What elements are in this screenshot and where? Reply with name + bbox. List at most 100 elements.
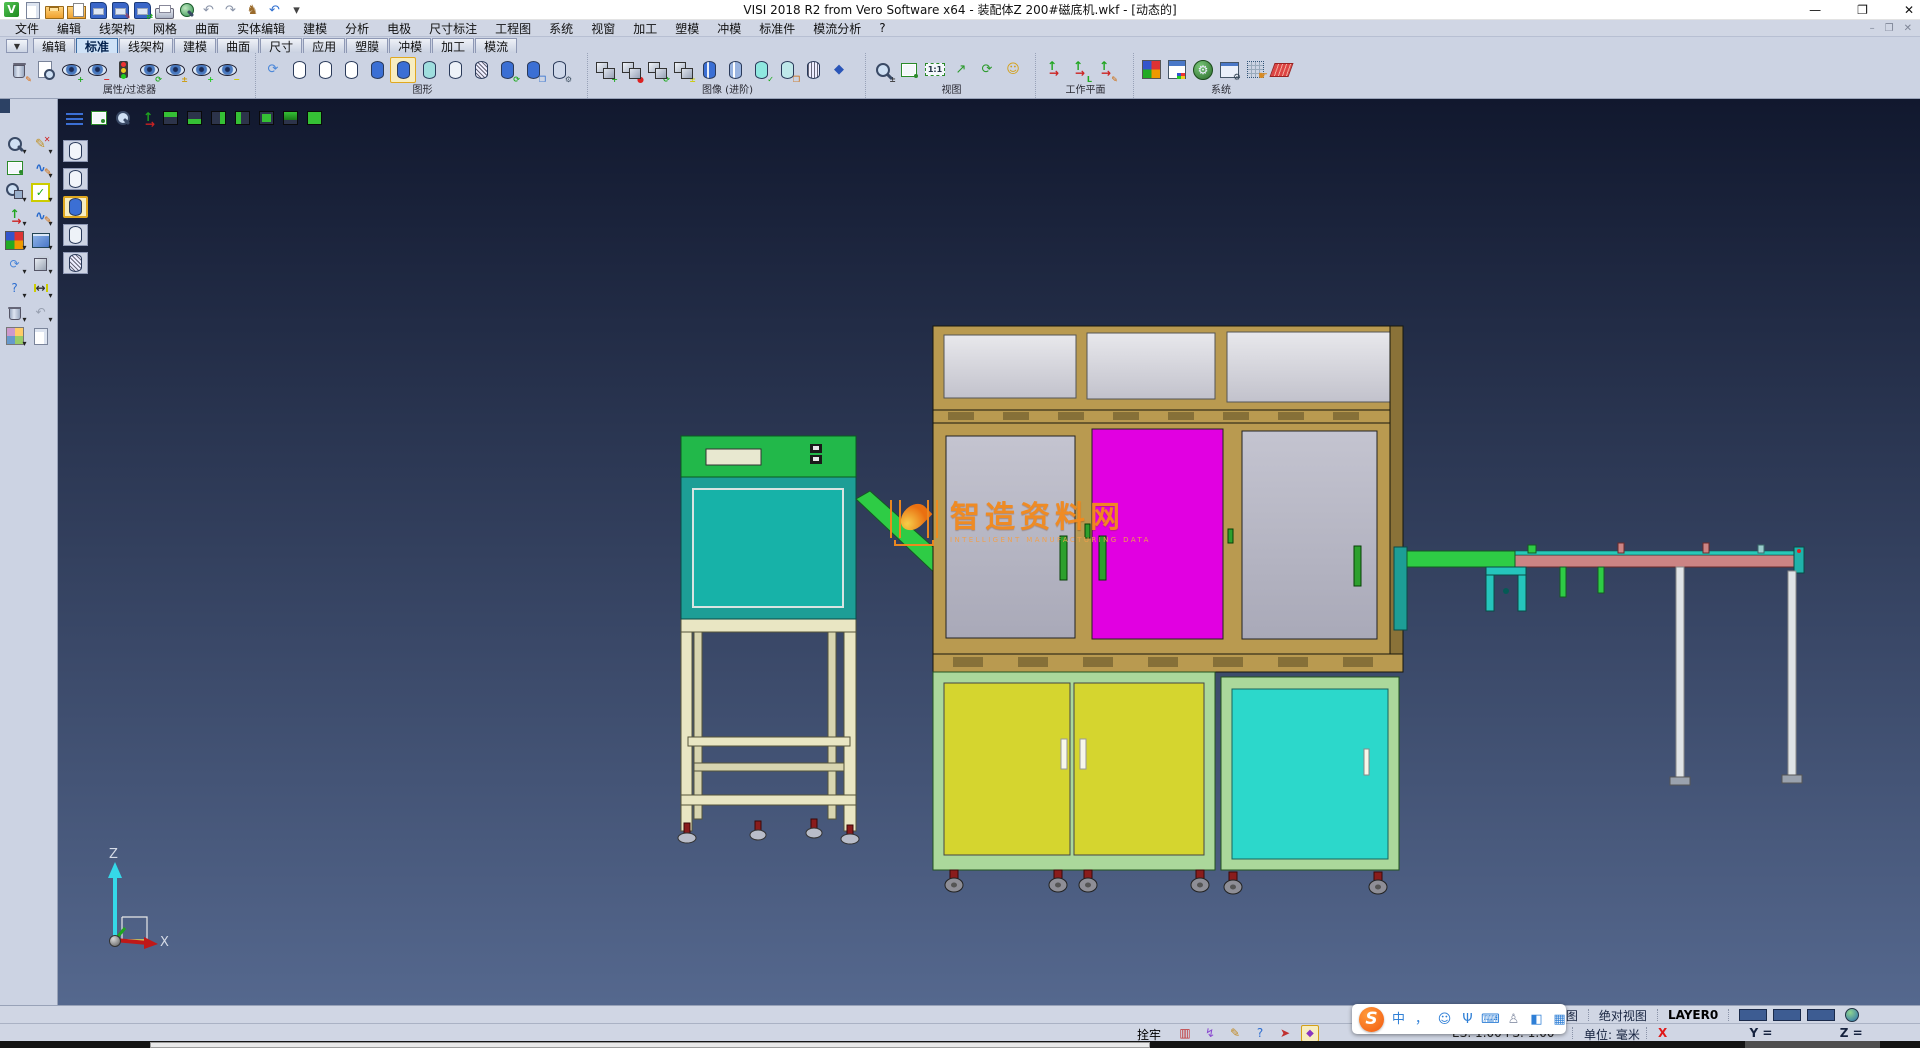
- validate-check-icon[interactable]: ▾: [29, 181, 53, 203]
- tab-list-dropdown[interactable]: ▼: [6, 39, 28, 53]
- preview-zoom-icon[interactable]: ▾: [3, 133, 27, 155]
- taskbar-window-strip[interactable]: [150, 1042, 1150, 1048]
- wireframe-style-icon[interactable]: [286, 57, 312, 83]
- hide-entities-icon[interactable]: −: [84, 57, 110, 83]
- sogou-logo-icon[interactable]: S: [1359, 1007, 1384, 1032]
- close-button[interactable]: ✕: [1904, 3, 1914, 17]
- macro-knight-icon[interactable]: ♞: [242, 1, 263, 20]
- ime-punct-icon[interactable]: ，: [1412, 1008, 1431, 1030]
- redo-icon[interactable]: ↷: [220, 1, 241, 20]
- new-file-icon[interactable]: [22, 1, 43, 20]
- ime-keyboard-icon[interactable]: ⌨: [1481, 1008, 1500, 1030]
- ribbon-tab[interactable]: 模流: [475, 38, 517, 53]
- view-zoom-icon[interactable]: [112, 108, 133, 128]
- workplane-edit-icon[interactable]: ✎: [1092, 57, 1118, 83]
- color-palette-icon[interactable]: [1138, 57, 1164, 83]
- iso-view-cube-icon[interactable]: [304, 108, 325, 128]
- delete-trash-icon[interactable]: ▾: [3, 301, 27, 323]
- menu-item[interactable]: ?: [870, 21, 894, 35]
- notes-icon[interactable]: ▥: [1176, 1025, 1194, 1042]
- conveyor[interactable]: [1394, 543, 1804, 785]
- wire-solid-icon[interactable]: [800, 57, 826, 83]
- menu-item[interactable]: 尺寸标注: [420, 20, 486, 37]
- front-view-cube-icon[interactable]: [256, 108, 277, 128]
- door-yellow-right[interactable]: [1074, 683, 1204, 855]
- cameras-filter-icon[interactable]: ●: [618, 57, 644, 83]
- solid-stripe2-icon[interactable]: [722, 57, 748, 83]
- menu-item[interactable]: 加工: [624, 20, 666, 37]
- save-icon[interactable]: [88, 1, 109, 20]
- filter-traffic-icon[interactable]: [110, 57, 136, 83]
- ribbon-tab[interactable]: 塑膜: [346, 38, 388, 53]
- check-solid-icon[interactable]: ✓: [748, 57, 774, 83]
- print-preview-icon[interactable]: [176, 1, 197, 20]
- zoom-extents-icon[interactable]: ↗: [948, 57, 974, 83]
- brush-icon[interactable]: ✎: [1226, 1025, 1244, 1042]
- ribbon-tab[interactable]: 曲面: [217, 38, 259, 53]
- menu-item[interactable]: 建模: [294, 20, 336, 37]
- mdi-close-button[interactable]: ✕: [1904, 23, 1912, 34]
- page-zoom-icon[interactable]: [32, 57, 58, 83]
- new-sheet-icon[interactable]: [29, 325, 53, 347]
- menu-item[interactable]: 实体编辑: [228, 20, 294, 37]
- measure-icon[interactable]: ▾: [29, 277, 53, 299]
- solid-stripe-icon[interactable]: [696, 57, 722, 83]
- solid-shield-icon[interactable]: ◆: [826, 57, 852, 83]
- open-folder-icon[interactable]: [44, 1, 65, 20]
- cameras-add-icon[interactable]: +: [592, 57, 618, 83]
- menu-item[interactable]: 网格: [144, 20, 186, 37]
- top-view-cube-icon[interactable]: [160, 108, 181, 128]
- filter-paint-icon[interactable]: ✎: [6, 57, 32, 83]
- edit-delete-icon[interactable]: ▾: [29, 133, 53, 155]
- hide-all-icon[interactable]: −: [214, 57, 240, 83]
- ribbon-tab[interactable]: 线架构: [119, 38, 173, 53]
- selection-frame-icon[interactable]: [3, 157, 27, 179]
- zoom-window-icon[interactable]: [896, 57, 922, 83]
- wand-icon[interactable]: ↯: [1201, 1025, 1219, 1042]
- dart-icon[interactable]: ➤: [1276, 1025, 1294, 1042]
- menu-item[interactable]: 曲面: [186, 20, 228, 37]
- door-gray-right[interactable]: [1242, 431, 1377, 639]
- print-icon[interactable]: [154, 1, 175, 20]
- rotate-view-icon[interactable]: ⟳: [974, 57, 1000, 83]
- view-menu-icon[interactable]: [64, 108, 85, 128]
- shade-flat-icon[interactable]: [63, 224, 88, 246]
- grid-settings-icon[interactable]: [1268, 57, 1294, 83]
- shaded-style-icon[interactable]: [364, 57, 390, 83]
- bottom-view-cube-icon[interactable]: [184, 108, 205, 128]
- back-view-history-icon[interactable]: ↶: [264, 1, 285, 20]
- shade-mesh-icon[interactable]: [63, 252, 88, 274]
- show-all-icon[interactable]: +: [188, 57, 214, 83]
- zoom-actual-icon[interactable]: [922, 57, 948, 83]
- menu-item[interactable]: 视窗: [582, 20, 624, 37]
- view-frame-icon[interactable]: [88, 108, 109, 128]
- menu-item[interactable]: 冲模: [708, 20, 750, 37]
- ime-lang-icon[interactable]: 中: [1389, 1008, 1408, 1030]
- ribbon-tab[interactable]: 尺寸: [260, 38, 302, 53]
- restore-button[interactable]: ❐: [1857, 3, 1868, 17]
- mdi-minimize-button[interactable]: –: [1870, 23, 1875, 34]
- menu-item[interactable]: 模流分析: [804, 20, 870, 37]
- ribbon-tab[interactable]: 编辑: [33, 38, 75, 53]
- cylinder-paste-icon[interactable]: ❐: [520, 57, 546, 83]
- attributes-table-icon[interactable]: [1164, 57, 1190, 83]
- menu-item[interactable]: 电极: [378, 20, 420, 37]
- globe-icon[interactable]: [1845, 1008, 1859, 1022]
- menu-item[interactable]: 文件: [6, 20, 48, 37]
- cylinder-settings-icon[interactable]: ⚙: [546, 57, 572, 83]
- right-view-cube-icon[interactable]: [208, 108, 229, 128]
- ime-toolbar[interactable]: S 中，☺Ψ⌨♙◧▦: [1352, 1004, 1566, 1034]
- menu-item[interactable]: 系统: [540, 20, 582, 37]
- cylinder-recycle-icon[interactable]: ⟳: [494, 57, 520, 83]
- transparent-style-icon[interactable]: [416, 57, 442, 83]
- system-settings-icon[interactable]: [1190, 57, 1216, 83]
- undo-icon[interactable]: ↶: [198, 1, 219, 20]
- zoom-dynamic-icon[interactable]: ±: [870, 57, 896, 83]
- door-yellow-left[interactable]: [944, 683, 1070, 855]
- menu-item[interactable]: 塑模: [666, 20, 708, 37]
- layer-palette-icon[interactable]: ▾: [3, 229, 27, 251]
- menu-item[interactable]: 标准件: [750, 20, 804, 37]
- window-layout-icon[interactable]: ▾: [29, 229, 53, 251]
- absolute-view-label[interactable]: 绝对视图: [1599, 1007, 1647, 1024]
- workplane-axis-icon[interactable]: [1040, 57, 1066, 83]
